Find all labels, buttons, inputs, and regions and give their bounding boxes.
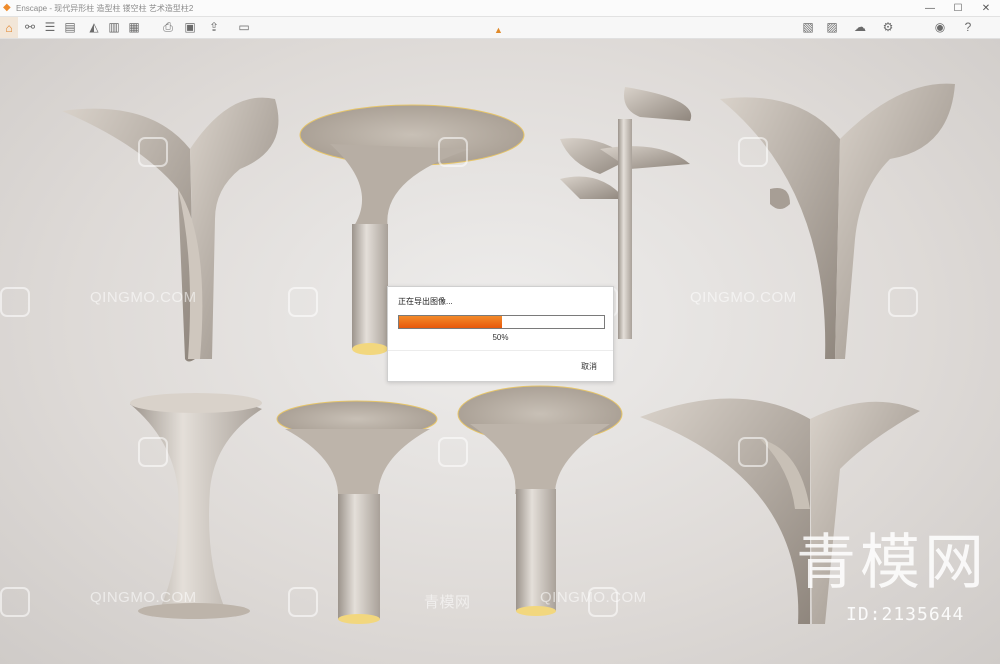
- progress-percent: 50%: [492, 333, 509, 342]
- progress-bar: [398, 315, 605, 329]
- visual-settings-icon[interactable]: ⚙: [880, 19, 896, 35]
- link-icon[interactable]: ⚯: [22, 19, 38, 35]
- model-id: ID:2135644: [846, 604, 965, 625]
- watermark-logo-icon: [438, 437, 468, 467]
- watermark-text-cn: 青模网: [424, 594, 471, 611]
- column-disc-top-3: [457, 385, 623, 616]
- help-icon[interactable]: ?: [960, 19, 976, 35]
- export-icon[interactable]: ⎙: [160, 19, 176, 35]
- watermark-logo-icon: [288, 287, 318, 317]
- column-twisted-petal-1: [62, 97, 279, 362]
- watermark-logo-icon: [0, 587, 30, 617]
- watermark-logo-icon: [138, 437, 168, 467]
- title-bar: ◆ Enscape - 现代异形柱 造型柱 镂空柱 艺术造型柱2 — ☐ ✕: [0, 0, 1000, 17]
- atmosphere-icon[interactable]: ☁: [852, 19, 868, 35]
- column-twisted-petal-2: [720, 83, 955, 360]
- cancel-button[interactable]: 取消: [581, 361, 597, 372]
- batch-render-icon[interactable]: ▣: [182, 19, 198, 35]
- dialog-divider: [388, 350, 613, 351]
- home-icon[interactable]: ⌂: [0, 17, 18, 38]
- material-editor-icon[interactable]: ▧: [800, 19, 816, 35]
- settings-list-icon[interactable]: ☰: [42, 19, 58, 35]
- watermark-text: QINGMO.COM: [90, 589, 197, 606]
- watermark-logo-icon: [438, 137, 468, 167]
- watermark-logo-icon: [738, 437, 768, 467]
- brand-watermark: 青模网: [796, 528, 988, 598]
- render-icon[interactable]: ▦: [126, 19, 142, 35]
- export-progress-dialog: 正在导出图像... 50% 取消: [387, 286, 614, 382]
- preview-icon[interactable]: ◉: [932, 19, 948, 35]
- upload-icon[interactable]: ⇪: [206, 19, 222, 35]
- progress-fill: [399, 316, 502, 328]
- window-title: Enscape - 现代异形柱 造型柱 镂空柱 艺术造型柱2: [16, 3, 194, 13]
- watermark-logo-icon: [138, 137, 168, 167]
- asset-library-icon[interactable]: ▨: [824, 19, 840, 35]
- video-editor-icon[interactable]: ▥: [106, 19, 122, 35]
- watermark-logo-icon: [888, 287, 918, 317]
- batch-icon[interactable]: ▤: [62, 19, 78, 35]
- watermark-logo-icon: [288, 587, 318, 617]
- dialog-title: 正在导出图像...: [398, 297, 453, 306]
- close-icon[interactable]: ✕: [972, 0, 1000, 16]
- minimize-icon[interactable]: —: [916, 0, 944, 16]
- watermark-logo-icon: [738, 137, 768, 167]
- enscape-logo-icon: ◆: [3, 2, 11, 13]
- watermark-logo-icon: [0, 287, 30, 317]
- panorama-icon[interactable]: ◭: [86, 19, 102, 35]
- chevron-up-icon[interactable]: ▲: [494, 25, 503, 35]
- watermark-text: QINGMO.COM: [90, 289, 197, 306]
- watermark-text: QINGMO.COM: [540, 589, 647, 606]
- maximize-icon[interactable]: ☐: [944, 0, 972, 16]
- watermark-text: QINGMO.COM: [690, 289, 797, 306]
- column-fluted: [130, 393, 262, 619]
- view-management-icon[interactable]: ▭: [236, 19, 252, 35]
